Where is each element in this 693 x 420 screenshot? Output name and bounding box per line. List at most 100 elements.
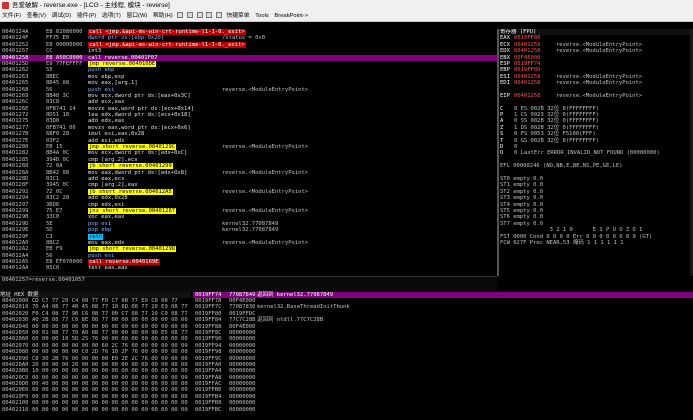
disassembly-pane[interactable]: 0040124A E8 02080000 call <jmp.&api-ms-win…: [0, 29, 497, 276]
flag-value: 0 FS 0053 32位 F5100(FFF): [514, 131, 596, 138]
instruction-text: mov ecx,dword ptr ds:[edx+0xC]: [88, 150, 188, 157]
instruction-text: jb short reverse.00401299: [88, 163, 173, 170]
instruction-text: movzx eax,word ptr ds:[ecx+0x14]: [88, 105, 194, 112]
instruction-text: retn: [88, 233, 104, 240]
instruction-text: add eax,ecx: [88, 175, 125, 182]
memory-dump-pane[interactable]: 00402000 CD C7 77 20 C4 08 77 F0 C7 08 77…: [0, 298, 191, 420]
toolbar-button-icon[interactable]: [186, 12, 193, 19]
instruction-text: add edx,0x28: [88, 195, 128, 202]
menu-help[interactable]: 帮助(H): [151, 11, 175, 22]
register-comment: reverse.<ModuleEntryPoint>: [556, 73, 643, 80]
dump-hex: 60 00 00 10 5D 25 76 00 00 00 00 00 00 0…: [32, 336, 188, 343]
register-value[interactable]: 00401258: [514, 80, 556, 86]
instruction-text: jb short reverse.004012A5: [88, 188, 173, 195]
menu-view[interactable]: 查看(V): [25, 11, 48, 22]
dump-hex: 00 00 00 00 00 00 00 00 00 00 00 00 00 0…: [32, 406, 188, 413]
toolbar-button-icon[interactable]: [206, 12, 213, 19]
dump-hex: 00 00 00 00 00 00 00 00 00 00 00 00 00 0…: [32, 400, 188, 407]
dump-hex: A0 2B 08 77 C0 8E 08 77 00 00 00 00 00 0…: [32, 317, 188, 324]
register-value[interactable]: 00401258: [514, 93, 556, 99]
flag-value: 0 GS 002B 32位 0(FFFFFFFF): [514, 137, 599, 144]
app-icon: [2, 2, 9, 9]
instruction-text: xor eax,eax: [88, 214, 125, 221]
instruction-text: add esi,edx: [88, 137, 125, 144]
stack-pane[interactable]: 0019FF78 00F4E000 0019FF7C 77087830 kernel32…: [193, 298, 693, 420]
dump-hex: 00 00 00 00 00 C0 2D 76 10 2F 76 00 00 0…: [32, 349, 188, 356]
instruction-text: cmp [arg.2],ecx: [88, 156, 138, 163]
instruction-text: push ebp: [88, 67, 115, 74]
dump-hex: 00 00 00 00 00 00 00 60 2C 76 00 00 00 0…: [32, 342, 188, 349]
instruction-text: jmp short reverse.0040129D: [88, 246, 177, 253]
instruction-text: mov eax,edx: [88, 239, 125, 246]
register-comment: reverse.<ModuleEntryPoint>: [556, 48, 643, 55]
disasm-bytes: 85C0: [46, 265, 60, 272]
menu-file[interactable]: 文件(F): [0, 11, 23, 22]
instruction-text: imul esi,eax,0x28: [88, 131, 145, 138]
instruction-text: add ecx,eax: [88, 99, 125, 106]
instruction-text: lea edx,dword ptr ds:[ecx+0x18]: [88, 112, 191, 119]
window-title: 吾爱破解 - reverse.exe - [LCG - 主线程, 模块 - re…: [12, 2, 170, 9]
register-comment: reverse.<ModuleEntryPoint>: [556, 80, 643, 87]
dump-hex: 00 01 08 77 70 A0 08 77 00 00 00 00 90 E…: [32, 329, 188, 336]
instruction-text: cmp edx,esi: [88, 201, 125, 208]
flag-value: 1 DS 002B 32位 0(FFFFFFFF): [514, 124, 599, 131]
instruction-text: mov eax,dword ptr ds:[edx+0x8]: [88, 169, 188, 176]
dump-hex: 00 40 00 00 00 00 00 00 00 00 00 00 00 0…: [32, 381, 188, 388]
instruction-text: movzx eax,word ptr ds:[ecx+0x6]: [88, 124, 191, 131]
instruction-text: push esi: [88, 86, 115, 93]
menu-tools[interactable]: Tools: [253, 11, 271, 22]
dump-hex: C8 30 2B 76 00 00 00 00 E0 2E 2C 76 00 0…: [32, 355, 188, 362]
flag-value: 0 SS 002B 32位 0(FFFFFFFF): [514, 118, 599, 125]
menu-breakpoint[interactable]: BreakPoint->: [272, 11, 310, 22]
dump-hex: 10 00 00 00 00 00 00 00 00 00 00 00 00 0…: [32, 368, 188, 375]
menu-options[interactable]: 选项(T): [100, 11, 123, 22]
register-comment: reverse.<ModuleEntryPoint>: [556, 41, 643, 48]
dump-hex: 20 00 00 00 20 00 00 00 00 00 00 00 00 0…: [32, 361, 188, 368]
dump-hex: 70 A4 08 77 40 45 08 77 10 6D 08 77 20 E…: [32, 304, 188, 311]
instruction-text: dword ptr ss:[ebp-0x20]: [88, 35, 165, 42]
toolbar-button-icon[interactable]: [215, 12, 222, 19]
instruction-text: call reverse.00401F07: [88, 54, 158, 61]
instruction-text: mov ecx,dword ptr ds:[eax+0x3C]: [88, 92, 191, 99]
disasm-instruction: test eax,eax: [88, 265, 128, 271]
dump-hex: 00 00 00 00 00 00 00 00 00 00 00 00 00 0…: [32, 393, 188, 400]
menu-shortcut[interactable]: 快捷菜单: [224, 11, 251, 22]
dump-row[interactable]: 00402110 00 00 00 00 00 00 00 00 00 00 00…: [0, 407, 191, 413]
register-comment: reverse.<ModuleEntryPoint>: [556, 92, 643, 99]
dump-address: 00402110: [2, 406, 29, 413]
stack-row[interactable]: 0019FFBC 00000000: [193, 407, 693, 413]
menu-bar: 文件(F) 查看(V) 调试(D) 插件(P) 选项(T) 窗口(W) 帮助(H…: [0, 11, 693, 22]
info-line: 00401257=reverse.00401057: [2, 277, 85, 283]
registers-pane[interactable]: 寄存器 (FPU) EAX 0019FF80 ECX 00401258 reverse.<…: [499, 29, 693, 276]
instruction-text: push esi: [88, 252, 115, 259]
instruction-text: cmp [arg.2],eax: [88, 182, 138, 189]
flag-name: O: [500, 150, 504, 157]
instruction-text: mov eax,[arg.1]: [88, 80, 138, 87]
stack-value: 00000000: [229, 406, 256, 413]
instruction-text: call <jmp.&api-ms-win-crt-runtime-l1-1-0…: [88, 29, 246, 35]
menu-plugins[interactable]: 插件(P): [75, 11, 98, 22]
flag-value: 0: [514, 144, 518, 151]
disasm-row[interactable]: 004012AA 85C0 test eax,eax: [0, 265, 497, 271]
instruction-text: add edx,eax: [88, 118, 125, 125]
instruction-text: int3: [88, 48, 102, 55]
instruction-text: call <jmp.&api-ms-win-crt-runtime-l1-1-0…: [88, 41, 246, 48]
dump-hex: 00 00 00 00 00 00 00 00 00 00 00 00 00 0…: [32, 323, 188, 330]
flag-value: 0 LastErr ERROR_INVALID_NOT_FOUND (00000…: [514, 150, 660, 157]
flag-value: 0 ES 002B 32位 0(FFFFFFFF): [514, 105, 599, 112]
instruction-text: jmp short reverse.0040129C: [88, 144, 177, 151]
fcw-row: FCW 027F Prec NEAR,53 掩码 1 1 1 1 1 1: [500, 239, 624, 246]
instruction-text: pop ebp: [88, 227, 112, 234]
menu-debug[interactable]: 调试(D): [50, 11, 74, 22]
dump-hex: CD C7 77 20 C4 08 77 F0 C7 08 77 E0 C0 0…: [32, 298, 178, 304]
instruction-text: mov ebp,esp: [88, 73, 125, 80]
disasm-address: 004012AA: [2, 265, 29, 272]
menu-window[interactable]: 窗口(W): [124, 11, 149, 22]
register-name: EIP: [500, 92, 510, 99]
instruction-text: call reverse.0040169E: [88, 259, 160, 266]
toolbar-button-icon[interactable]: [196, 12, 203, 19]
instruction-text: pop esi: [88, 220, 112, 227]
instruction-text: jmp reverse.004010DE: [88, 60, 157, 67]
window-title-bar: 吾爱破解 - reverse.exe - [LCG - 主线程, 模块 - re…: [0, 0, 693, 11]
toolbar-button-icon[interactable]: [177, 12, 184, 19]
